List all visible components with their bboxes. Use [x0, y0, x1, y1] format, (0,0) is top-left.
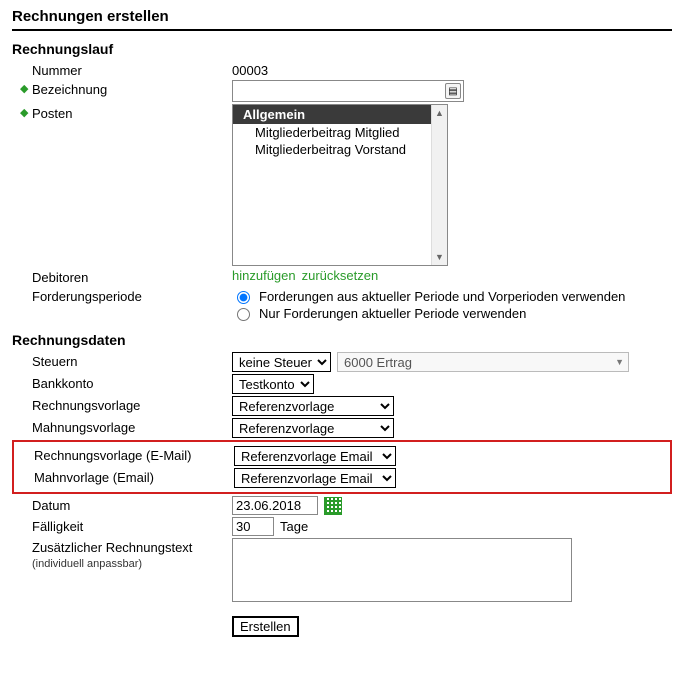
bezeichnung-input[interactable] — [232, 80, 464, 102]
label-tax: Steuern — [32, 354, 78, 369]
select-tax[interactable]: keine Steuer — [232, 352, 331, 372]
date-input[interactable] — [232, 496, 318, 515]
label-tpl-reminder-email: Mahnvorlage (Email) — [34, 470, 154, 485]
list-item[interactable]: Mitgliederbeitrag Mitglied — [233, 124, 447, 141]
link-reset[interactable]: zurücksetzen — [302, 268, 379, 283]
required-marker-icon: ◆ — [20, 82, 28, 96]
card-icon[interactable]: ▤ — [445, 83, 461, 99]
section-run-heading: Rechnungslauf — [12, 41, 672, 57]
select-bank[interactable]: Testkonto — [232, 374, 314, 394]
label-extra-sub: (individuell anpassbar) — [32, 558, 142, 570]
posten-listbox[interactable]: Allgemein Mitgliederbeitrag Mitglied Mit… — [232, 104, 448, 266]
scroll-down-icon[interactable]: ▼ — [432, 249, 447, 265]
create-button[interactable]: Erstellen — [232, 616, 299, 637]
required-marker-icon: ◆ — [20, 106, 28, 120]
label-debitoren: Debitoren — [32, 270, 88, 285]
label-bezeichnung: Bezeichnung — [32, 82, 107, 97]
due-days-input[interactable] — [232, 517, 274, 536]
label-posten: Posten — [32, 106, 72, 121]
highlight-email-templates: Rechnungsvorlage (E-Mail) Referenzvorlag… — [12, 440, 672, 494]
label-date: Datum — [32, 498, 70, 513]
extra-text-input[interactable] — [232, 538, 572, 602]
radio-period-all[interactable] — [237, 291, 250, 304]
select-tpl-reminder[interactable]: Referenzvorlage — [232, 418, 394, 438]
list-group-header: Allgemein — [233, 105, 447, 124]
label-extra-text: Zusätzlicher Rechnungstext — [32, 540, 192, 555]
select-tpl-invoice[interactable]: Referenzvorlage — [232, 396, 394, 416]
label-due: Fälligkeit — [32, 519, 83, 534]
scrollbar[interactable]: ▲ ▼ — [431, 105, 447, 265]
due-unit: Tage — [280, 519, 308, 534]
label-bank: Bankkonto — [32, 376, 93, 391]
radio-period-current-label: Nur Forderungen aktueller Periode verwen… — [259, 306, 526, 321]
label-tpl-invoice: Rechnungsvorlage — [32, 398, 140, 413]
section-data-heading: Rechnungsdaten — [12, 332, 672, 348]
value-number: 00003 — [232, 63, 268, 78]
select-tpl-invoice-email[interactable]: Referenzvorlage Email — [234, 446, 396, 466]
radio-period-all-label: Forderungen aus aktueller Periode und Vo… — [259, 289, 625, 304]
chevron-down-icon: ▼ — [615, 357, 624, 367]
page-title: Rechnungen erstellen — [12, 8, 672, 31]
label-number: Nummer — [32, 63, 82, 78]
label-tpl-invoice-email: Rechnungsvorlage (E-Mail) — [34, 448, 192, 463]
select-account-value: 6000 Ertrag — [344, 355, 412, 370]
select-account[interactable]: 6000 Ertrag ▼ — [337, 352, 629, 372]
calendar-icon[interactable] — [324, 497, 342, 515]
radio-period-current[interactable] — [237, 308, 250, 321]
scroll-up-icon[interactable]: ▲ — [432, 105, 447, 121]
label-tpl-reminder: Mahnungsvorlage — [32, 420, 135, 435]
label-period: Forderungsperiode — [32, 289, 142, 304]
select-tpl-reminder-email[interactable]: Referenzvorlage Email — [234, 468, 396, 488]
link-add[interactable]: hinzufügen — [232, 268, 296, 283]
list-item[interactable]: Mitgliederbeitrag Vorstand — [233, 141, 447, 158]
